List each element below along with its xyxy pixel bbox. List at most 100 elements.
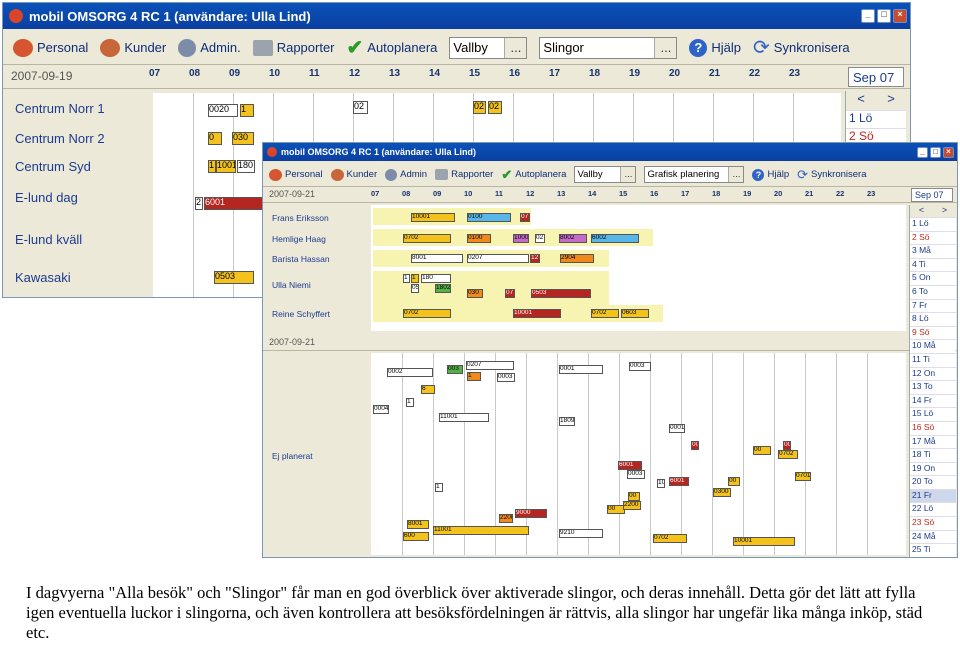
visit-bar[interactable]: 0702 — [591, 309, 619, 318]
visit-bar[interactable]: 00 — [753, 446, 771, 455]
area-combo[interactable]: Vallby... — [574, 166, 637, 183]
visit-bar[interactable]: 1809 — [559, 417, 575, 426]
visit-bar[interactable]: 2904 — [560, 254, 594, 263]
rapporter-button[interactable]: Rapporter — [252, 39, 335, 56]
visit-bar[interactable]: 0503 — [411, 284, 419, 293]
help-button[interactable]: ? Hjälp — [689, 38, 741, 57]
calendar-day[interactable]: 1 Lö — [846, 111, 906, 129]
visit-bar[interactable]: 0702 — [403, 234, 451, 243]
month-selector[interactable]: Sep 07 — [848, 67, 904, 87]
maximize-button[interactable]: □ — [877, 9, 891, 23]
visit-bar[interactable]: 9000 — [515, 509, 547, 518]
route-row-label[interactable]: Centrum Syd — [15, 159, 91, 174]
visit-bar[interactable]: 1 — [406, 398, 414, 407]
route-row-label[interactable]: E-lund kväll — [15, 232, 82, 247]
prev-month-button[interactable]: < — [919, 205, 924, 217]
calendar-day[interactable]: 5 On — [910, 272, 956, 286]
visit-bar[interactable]: 02 — [488, 101, 502, 114]
personal-button[interactable]: Personal — [269, 168, 323, 181]
calendar-day[interactable]: 4 Ti — [910, 259, 956, 273]
visit-bar[interactable]: 10 — [657, 479, 665, 488]
visit-bar[interactable]: 6001 — [204, 197, 264, 210]
help-button[interactable]: ? Hjälp — [752, 168, 789, 181]
visit-bar[interactable]: 02 — [535, 234, 545, 243]
calendar-day[interactable]: 19 On — [910, 463, 956, 477]
visit-bar[interactable]: 8001 — [407, 520, 429, 529]
admin-button[interactable]: Admin — [385, 168, 427, 181]
sync-button[interactable]: ⟳ Synkronisera — [753, 35, 850, 60]
calendar-day[interactable]: 6 To — [910, 286, 956, 300]
visit-bar[interactable]: 0503 — [531, 289, 591, 298]
autoplanera-button[interactable]: ✔ Autoplanera — [347, 35, 438, 60]
calendar-day[interactable]: 16 Sö — [910, 422, 956, 436]
kunder-button[interactable]: Kunder — [330, 168, 377, 181]
calendar-day[interactable]: 8 Lö — [910, 313, 956, 327]
visit-bar[interactable]: 0100 — [467, 213, 511, 222]
visit-bar[interactable]: 180 — [421, 274, 451, 283]
visit-bar[interactable]: 030 — [467, 289, 483, 298]
maximize-button[interactable]: □ — [930, 146, 941, 158]
minimize-button[interactable]: _ — [917, 146, 928, 158]
visit-bar[interactable]: 11001 — [439, 413, 489, 422]
visit-bar[interactable]: 1 — [435, 483, 443, 492]
view-combo-browse[interactable]: ... — [728, 167, 744, 182]
visit-bar[interactable]: 0001 — [669, 424, 685, 433]
staff-row-label[interactable]: Frans Eriksson — [272, 213, 329, 223]
visit-bar[interactable]: 0300 — [713, 488, 731, 497]
visit-bar[interactable]: 180 — [237, 160, 255, 173]
autoplanera-button[interactable]: ✔ Autoplanera — [501, 167, 566, 183]
visit-bar[interactable]: 0003 — [627, 470, 645, 479]
visit-bar[interactable]: 6001 — [618, 461, 642, 470]
visit-bar[interactable]: 0003 — [497, 373, 515, 382]
visit-bar[interactable]: 00 — [691, 441, 699, 450]
route-row-label[interactable]: Centrum Norr 2 — [15, 131, 105, 146]
view-combo-browse[interactable]: ... — [654, 37, 677, 58]
route-row-label[interactable]: E-lund dag — [15, 190, 78, 205]
area-combo-browse[interactable]: ... — [620, 167, 636, 182]
visit-bar[interactable]: 12 — [530, 254, 540, 263]
calendar-day[interactable]: 9 Sö — [910, 327, 956, 341]
visit-bar[interactable]: 0100 — [467, 234, 491, 243]
visit-bar[interactable]: 2200 — [623, 501, 641, 510]
visit-bar[interactable]: 02 — [353, 101, 368, 114]
visit-bar[interactable]: 1802 — [435, 284, 451, 293]
visit-bar[interactable]: 10001 — [411, 213, 455, 222]
visit-bar[interactable]: 6002 — [591, 234, 639, 243]
visit-bar[interactable]: 0001 — [559, 365, 603, 374]
staff-row-label[interactable]: Barista Hassan — [272, 254, 330, 264]
close-button[interactable]: × — [893, 9, 907, 23]
close-button[interactable]: × — [943, 146, 954, 158]
visit-bar[interactable]: 02 — [473, 101, 486, 114]
calendar-day-selected[interactable]: 21 Fr — [910, 489, 956, 504]
visit-bar[interactable]: 1 — [208, 160, 216, 173]
kunder-button[interactable]: Kunder — [100, 38, 166, 57]
visit-bar[interactable]: 0702 — [653, 534, 687, 543]
visit-bar[interactable]: 9210 — [559, 529, 603, 538]
next-month-button[interactable]: > — [942, 205, 947, 217]
personal-button[interactable]: Personal — [13, 38, 88, 57]
visit-bar[interactable]: 1000 — [513, 234, 529, 243]
visit-bar[interactable]: 6001 — [669, 477, 689, 486]
calendar-day[interactable]: 13 To — [910, 381, 956, 395]
area-combo[interactable]: Vallby... — [449, 36, 528, 59]
visit-bar[interactable]: 030 — [232, 132, 254, 145]
visit-bar[interactable]: 0207 — [467, 254, 529, 263]
prev-month-button[interactable]: < — [857, 91, 865, 110]
calendar-day[interactable]: 17 Må — [910, 436, 956, 450]
visit-bar[interactable]: 6 — [421, 385, 435, 394]
staff-row-label[interactable]: Ulla Niemi — [272, 280, 311, 290]
route-row-label[interactable]: Kawasaki — [15, 270, 71, 285]
visit-bar[interactable]: 003 — [447, 365, 463, 374]
visit-bar[interactable]: 1 — [403, 274, 410, 283]
visit-bar[interactable]: 00 — [783, 441, 791, 450]
visit-bar[interactable]: 0603 — [621, 309, 649, 318]
rapporter-button[interactable]: Rapporter — [435, 169, 493, 180]
staff-row-label[interactable]: Hemlige Haag — [272, 234, 326, 244]
visit-bar[interactable]: 1001 — [216, 160, 236, 173]
visit-bar[interactable]: 0003 — [629, 362, 651, 371]
visit-bar[interactable]: 0702 — [403, 309, 451, 318]
calendar-day[interactable]: 2 Sö — [910, 232, 956, 246]
next-month-button[interactable]: > — [887, 91, 895, 110]
month-selector[interactable]: Sep 07 — [911, 188, 953, 202]
visit-bar[interactable]: 0702 — [778, 450, 798, 459]
